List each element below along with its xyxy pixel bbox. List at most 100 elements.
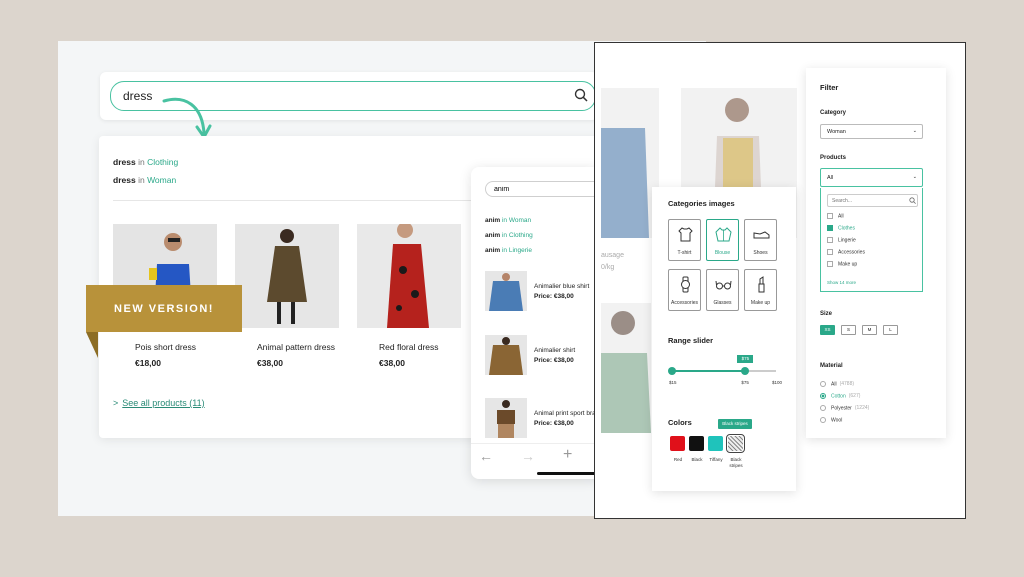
product-image bbox=[485, 398, 527, 438]
ribbon-fold bbox=[86, 332, 98, 358]
mobile-product-row[interactable]: Animalier blue shirt Price: €38,00 bbox=[485, 271, 597, 311]
products-dropdown: All Clothes Lingerie Accessories Make up… bbox=[820, 188, 923, 292]
tshirt-icon bbox=[678, 227, 693, 242]
suggestion-item[interactable]: dress in Clothing bbox=[113, 157, 178, 167]
product-price: Price: €38,00 bbox=[534, 293, 574, 300]
color-swatch-tiffany[interactable] bbox=[708, 436, 723, 451]
product-name: Animalier shirt bbox=[534, 347, 576, 354]
back-arrow-icon[interactable]: ← bbox=[479, 448, 493, 464]
product-card[interactable]: Animal pattern dress €38,00 bbox=[235, 224, 339, 368]
category-tile-accessories[interactable]: Accessories bbox=[668, 269, 701, 311]
background-product-text: ausage 0/kg bbox=[601, 252, 624, 271]
category-select[interactable]: Woman ⌄ bbox=[820, 124, 923, 139]
home-indicator bbox=[537, 472, 597, 475]
categories-title: Categories images bbox=[668, 199, 735, 208]
filter-card: Filter Category Woman⌄ Products All⌄ All… bbox=[806, 68, 946, 438]
divider bbox=[113, 200, 473, 201]
dropdown-option[interactable]: Clothes bbox=[827, 225, 855, 231]
search-icon[interactable] bbox=[574, 88, 588, 102]
product-image bbox=[235, 224, 339, 328]
color-swatch-red[interactable] bbox=[670, 436, 685, 451]
material-radio[interactable]: Wool bbox=[820, 417, 842, 423]
product-price: €18,00 bbox=[135, 358, 161, 368]
range-max-label: $100 bbox=[772, 380, 783, 385]
dropdown-option[interactable]: Lingerie bbox=[827, 237, 856, 243]
material-radio[interactable]: Cotton (627) bbox=[820, 393, 860, 399]
dropdown-search-input[interactable] bbox=[827, 194, 918, 207]
dropdown-option[interactable]: Make up bbox=[827, 261, 857, 267]
see-all-products-link[interactable]: > See all products (11) bbox=[113, 398, 205, 408]
color-label: Red bbox=[673, 457, 683, 462]
mobile-product-row[interactable]: Animal print sport bra Price: €38,00 bbox=[485, 398, 597, 438]
product-name: Red floral dress bbox=[379, 342, 439, 352]
range-min-label: $15 bbox=[669, 380, 677, 385]
range-slider-title: Range slider bbox=[668, 336, 714, 345]
lipstick-icon bbox=[758, 276, 765, 293]
mobile-nav-bar: ← → + bbox=[471, 443, 601, 469]
background-product-image bbox=[601, 303, 651, 433]
product-price: €38,00 bbox=[257, 358, 283, 368]
show-more-link[interactable]: Show 14 more bbox=[827, 280, 856, 285]
dropdown-option[interactable]: All bbox=[827, 213, 844, 219]
size-button-l[interactable]: L bbox=[883, 325, 898, 335]
size-label: Size bbox=[820, 311, 833, 317]
shoe-icon bbox=[753, 231, 770, 239]
color-swatch-black-stripes[interactable] bbox=[726, 434, 745, 453]
mobile-suggestion-item[interactable]: anim in Clothing bbox=[485, 232, 533, 239]
size-button-m[interactable]: M bbox=[862, 325, 877, 335]
chevron-down-icon: ⌄ bbox=[912, 174, 917, 180]
product-image bbox=[485, 271, 527, 311]
forward-arrow-icon[interactable]: → bbox=[521, 448, 535, 464]
category-tile-tshirt[interactable]: T-shirt bbox=[668, 219, 701, 261]
glasses-icon bbox=[715, 280, 732, 290]
material-label: Material bbox=[820, 363, 843, 369]
material-radio[interactable]: All (4788) bbox=[820, 381, 854, 387]
color-swatch-black[interactable] bbox=[689, 436, 704, 451]
range-slider-fill bbox=[672, 370, 746, 372]
chevron-down-icon: ⌄ bbox=[912, 128, 917, 134]
blouse-icon bbox=[715, 227, 732, 242]
colors-title: Colors bbox=[668, 418, 692, 427]
category-label: Category bbox=[820, 110, 847, 116]
filter-title: Filter bbox=[820, 83, 839, 92]
products-label: Products bbox=[820, 155, 847, 161]
product-card[interactable]: Red floral dress €38,00 bbox=[357, 224, 461, 368]
product-name: Pois short dress bbox=[135, 342, 196, 352]
product-image bbox=[357, 224, 461, 328]
color-label: Black stripes bbox=[729, 457, 743, 468]
product-name: Animal pattern dress bbox=[257, 342, 335, 352]
range-high-label: $75 bbox=[741, 380, 749, 385]
product-price: €38,00 bbox=[379, 358, 405, 368]
product-price: Price: €38,00 bbox=[534, 420, 574, 427]
material-radio[interactable]: Polyester (1224) bbox=[820, 405, 869, 411]
new-version-ribbon: NEW VERSION! bbox=[86, 285, 242, 332]
add-tab-icon[interactable]: + bbox=[563, 446, 572, 464]
color-label: Black bbox=[691, 457, 703, 462]
products-select[interactable]: All ⌄ bbox=[820, 168, 923, 187]
product-name: Animalier blue shirt bbox=[534, 283, 590, 290]
category-tile-shoes[interactable]: Shoes bbox=[744, 219, 777, 261]
mobile-search-input[interactable] bbox=[485, 181, 601, 197]
size-button-s[interactable]: S bbox=[841, 325, 856, 335]
range-slider-high-handle[interactable] bbox=[741, 367, 750, 375]
mobile-suggestion-item[interactable]: anim in Lingerie bbox=[485, 247, 532, 254]
categories-card: Categories images T-shirt Blouse Shoes A… bbox=[652, 187, 796, 491]
product-price: Price: €38,00 bbox=[534, 357, 574, 364]
background-product-image bbox=[601, 88, 659, 238]
search-icon bbox=[909, 197, 916, 204]
dropdown-option[interactable]: Accessories bbox=[827, 249, 865, 255]
mobile-search-panel: anim in Woman anim in Clothing anim in L… bbox=[471, 167, 601, 479]
category-tile-makeup[interactable]: Make up bbox=[744, 269, 777, 311]
category-tile-blouse[interactable]: Blouse bbox=[706, 219, 739, 261]
mobile-suggestion-item[interactable]: anim in Woman bbox=[485, 217, 531, 224]
mobile-product-row[interactable]: Animalier shirt Price: €38,00 bbox=[485, 335, 597, 375]
color-label: Tiffany bbox=[709, 457, 723, 462]
product-name: Animal print sport bra bbox=[534, 410, 596, 417]
watch-icon bbox=[681, 276, 690, 293]
category-tile-glasses[interactable]: Glasses bbox=[706, 269, 739, 311]
color-tooltip: Black stripes bbox=[718, 419, 752, 429]
range-slider-tooltip: $75 bbox=[737, 355, 754, 363]
suggestion-item[interactable]: dress in Woman bbox=[113, 175, 176, 185]
range-slider-low-handle[interactable] bbox=[668, 367, 676, 375]
size-button-xs[interactable]: XS bbox=[820, 325, 835, 335]
